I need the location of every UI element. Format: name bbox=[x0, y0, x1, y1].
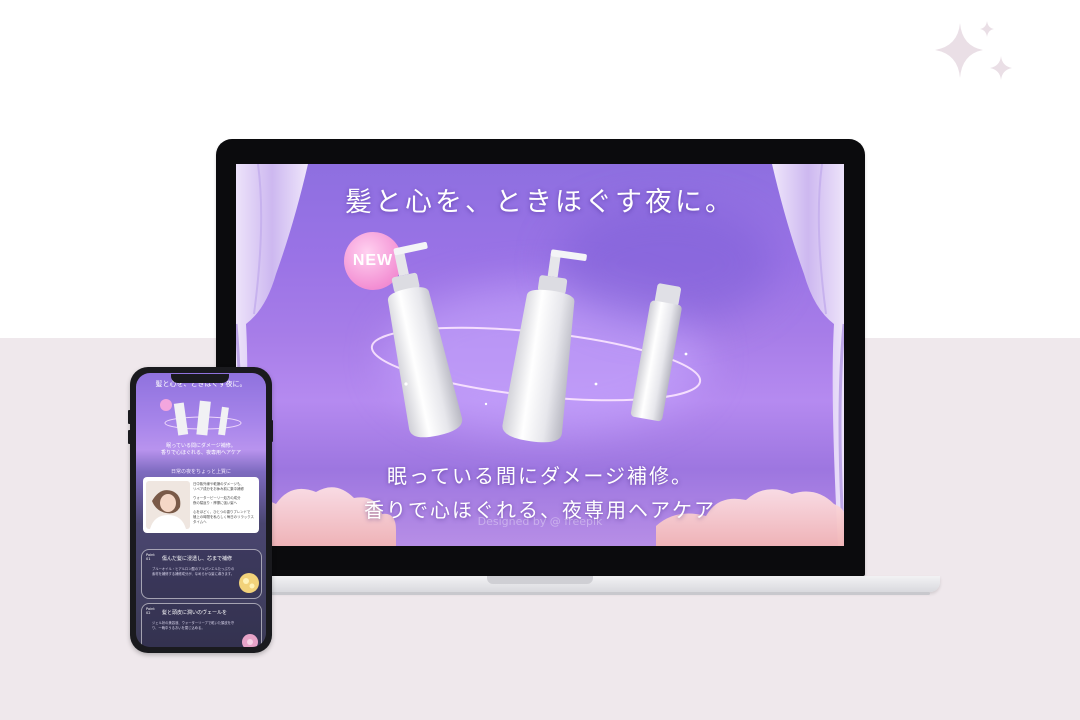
point-label: Point 02 bbox=[146, 607, 155, 615]
phone-feature-card: 日中紫外線や乾燥のダメージも、 リペア成分をお休み前に集中補修 ウォーターピーリ… bbox=[143, 477, 259, 533]
card-line: リペア成分をお休み前に集中補修 bbox=[193, 487, 244, 491]
hero-title: 髪と心を、ときほぐす夜に。 bbox=[345, 187, 735, 218]
phone-product-image bbox=[160, 399, 242, 436]
point-text: ジェル状の美容液、ウォーターリーブで乾いた頭皮を守り、一晩中うるおいを閉じ込める… bbox=[152, 621, 235, 630]
point-text: ブルーオイル・ヒアルロン酸のアルガンエルたっぷりの素材を補修する補修成分が、なめ… bbox=[152, 567, 235, 576]
phone-volume-up bbox=[128, 410, 131, 424]
phone-point-card-2: Point 02 髪と頭皮に潤いのヴェールを ジェル状の美容液、ウォーターリーブ… bbox=[141, 603, 262, 647]
phone-point-card-1: Point 01 傷んだ髪に浸透し、芯まで補修 ブルーオイル・ヒアルロン酸のアル… bbox=[141, 549, 262, 599]
card-line: ウォーターピーリー処方の成分 bbox=[193, 496, 241, 500]
hero-tagline-line1: 眠っている間にダメージ補修。 bbox=[387, 464, 693, 488]
sparkle-icon bbox=[935, 21, 1012, 80]
card-line: 極上の時間を私らしく毎日のリラックスタイムへ bbox=[193, 515, 254, 524]
laptop-notch bbox=[487, 576, 593, 584]
woman-sleeping-image bbox=[146, 481, 190, 529]
laptop-foot bbox=[270, 592, 930, 595]
phone-notch bbox=[171, 374, 229, 383]
phone-power-button bbox=[270, 420, 273, 442]
phone-tagline-line1: 眠っている間にダメージ補修。 bbox=[166, 443, 236, 449]
point-title: 傷んだ髪に浸透し、芯まで補修 bbox=[162, 556, 233, 562]
card-line: 日中紫外線や乾燥のダメージも、 bbox=[193, 482, 244, 486]
point-label: Point 01 bbox=[146, 553, 155, 561]
phone-tagline-line2: 香りで心ほぐれる、夜専用ヘアケア bbox=[160, 450, 241, 456]
product-bottles-image bbox=[370, 242, 702, 443]
pink-flower-image bbox=[242, 634, 258, 647]
watermark-text: Designed by @ freepik bbox=[477, 515, 603, 528]
gold-serum-image bbox=[239, 573, 259, 593]
laptop-screen: 髪と心を、ときほぐす夜に。 NEW 眠っている間にダメージ補修。 香りで心ほぐれ… bbox=[236, 164, 844, 546]
point-title: 髪と頭皮に潤いのヴェールを bbox=[162, 610, 228, 616]
card-line: 夜の寝返り・摩擦に強い髪へ bbox=[193, 501, 238, 505]
card-line: 心をほどく、ひとつの香りブレンドで bbox=[193, 510, 251, 514]
phone-volume-down bbox=[128, 430, 131, 444]
phone-screen: 髪と心を、ときほぐす夜に。 眠っている間にダメージ補修。 香りで心ほぐれる、夜専… bbox=[136, 373, 266, 647]
phone-section-heading: 日常の夜をちょっと上質に bbox=[170, 469, 231, 475]
